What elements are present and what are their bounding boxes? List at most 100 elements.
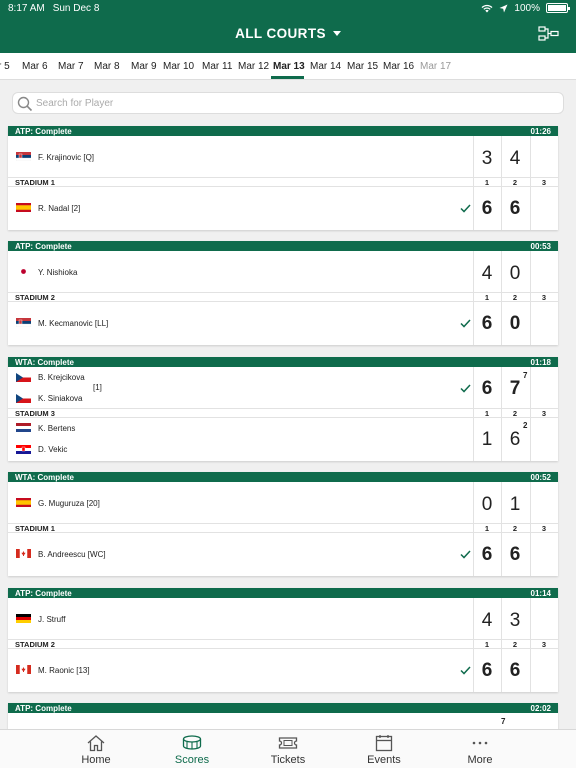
set-score: 3 (481, 148, 493, 169)
date-item[interactable]: Mar 16 (383, 61, 414, 72)
match-card[interactable]: ATP: Complete 00:53 Y. Nishioka STADIUM … (8, 241, 558, 345)
match-card[interactable]: ATP: Complete 01:14 J. Struff STADIUM 2 … (8, 588, 558, 692)
date-item[interactable]: Mar 6 (22, 61, 48, 72)
draw-bracket-icon[interactable] (538, 26, 560, 42)
winner-check-icon (460, 319, 471, 328)
match-card[interactable]: ATP: Complete 01:26 F. Krajinovic [Q] ST… (8, 126, 558, 230)
match-duration: 00:52 (530, 472, 551, 482)
date-item-selected[interactable]: Mar 13 (273, 61, 305, 72)
match-status: ATP: Complete (15, 241, 72, 251)
match-status: ATP: Complete (15, 703, 72, 713)
player-name[interactable]: J. Struff (38, 615, 65, 624)
tab-label: Events (367, 754, 401, 766)
divider (8, 177, 558, 178)
player-name[interactable]: K. Bertens (38, 424, 75, 433)
flag-canada-icon (16, 665, 31, 674)
player-name[interactable]: K. Siniakova (38, 394, 82, 403)
match-duration: 01:14 (530, 588, 551, 598)
match-duration: 01:26 (530, 126, 551, 136)
tiebreak-score: 7 (501, 717, 506, 726)
tab-more[interactable]: More (432, 730, 528, 768)
date-item[interactable]: Mar 12 (238, 61, 269, 72)
set-score: 6 (509, 198, 521, 219)
player-name[interactable]: Y. Nishioka (38, 268, 77, 277)
set-score: 0 (509, 263, 521, 284)
search-icon (17, 96, 33, 112)
set-score: 6 (481, 378, 493, 399)
tab-bar: Home Scores Tickets Events More (0, 729, 576, 768)
set-score: 6 (481, 313, 493, 334)
calendar-icon (375, 735, 393, 752)
flag-spain-icon (16, 498, 31, 507)
match-header: ATP: Complete 01:14 (8, 588, 558, 598)
winner-check-icon (460, 550, 471, 559)
divider (8, 648, 558, 649)
date-item[interactable]: Mar 15 (347, 61, 378, 72)
tab-label: Home (81, 754, 111, 766)
flag-japan-icon (16, 267, 31, 276)
date-item[interactable]: r 5 (0, 61, 10, 72)
divider (8, 523, 558, 524)
date-item[interactable]: Mar 9 (131, 61, 157, 72)
flag-czech-icon (16, 394, 31, 403)
more-icon (472, 741, 488, 745)
date-item[interactable]: Mar 11 (202, 61, 232, 72)
tab-tickets[interactable]: Tickets (240, 730, 336, 768)
player-name[interactable]: B. Andreescu [WC] (38, 550, 106, 559)
selected-date-indicator (271, 76, 304, 79)
tab-label: Tickets (270, 754, 306, 766)
match-card[interactable]: WTA: Complete 01:18 B. Krejcikova K. Sin… (8, 357, 558, 461)
flag-germany-icon (16, 614, 31, 623)
player-name[interactable]: D. Vekic (38, 445, 67, 454)
location-icon (499, 4, 508, 12)
divider (8, 301, 558, 302)
player-name[interactable]: G. Muguruza [20] (38, 499, 100, 508)
match-header: ATP: Complete 01:26 (8, 126, 558, 136)
date-item[interactable]: Mar 10 (163, 61, 194, 72)
status-time: 8:17 AM (8, 2, 45, 14)
flag-serbia-icon (16, 152, 31, 161)
player-name[interactable]: M. Raonic [13] (38, 666, 90, 675)
set-score: 0 (481, 494, 493, 515)
match-header: WTA: Complete 01:18 (8, 357, 558, 367)
match-status: WTA: Complete (15, 472, 74, 482)
match-duration: 01:18 (530, 357, 551, 367)
set-score: 6 (509, 429, 521, 450)
date-item[interactable]: Mar 8 (94, 61, 120, 72)
player-name[interactable]: B. Krejcikova (38, 373, 85, 382)
divider (530, 482, 531, 576)
player-name[interactable]: F. Krajinovic [Q] (38, 153, 94, 162)
winner-check-icon (460, 384, 471, 393)
set-score: 4 (481, 263, 493, 284)
home-icon (87, 735, 105, 752)
winner-check-icon (460, 204, 471, 213)
search-input[interactable] (36, 95, 536, 111)
battery-percent: 100% (514, 2, 540, 14)
match-duration: 00:53 (530, 241, 551, 251)
set-score: 6 (481, 660, 493, 681)
match-duration: 02:02 (530, 703, 551, 713)
match-header: ATP: Complete 02:02 (8, 703, 558, 713)
divider (8, 417, 558, 418)
flag-serbia-icon (16, 318, 31, 327)
date-item[interactable]: Mar 7 (58, 61, 84, 72)
player-name[interactable]: R. Nadal [2] (38, 204, 80, 213)
set-score: 0 (509, 313, 521, 334)
player-search[interactable] (12, 92, 564, 114)
divider (8, 292, 558, 293)
match-card[interactable]: WTA: Complete 00:52 G. Muguruza [20] STA… (8, 472, 558, 576)
court-selector[interactable]: ALL COURTS (0, 26, 576, 41)
set-score: 6 (509, 660, 521, 681)
tab-scores[interactable]: Scores (144, 730, 240, 768)
set-score: 4 (481, 610, 493, 631)
date-item[interactable]: Mar 14 (310, 61, 341, 72)
player-name[interactable]: M. Kecmanovic [LL] (38, 319, 108, 328)
tab-home[interactable]: Home (48, 730, 144, 768)
set-score: 1 (509, 494, 521, 515)
date-item[interactable]: Mar 17 (420, 61, 451, 72)
tab-events[interactable]: Events (336, 730, 432, 768)
divider (8, 408, 558, 409)
set-score: 1 (481, 429, 493, 450)
set-score: 6 (509, 544, 521, 565)
match-header: WTA: Complete 00:52 (8, 472, 558, 482)
